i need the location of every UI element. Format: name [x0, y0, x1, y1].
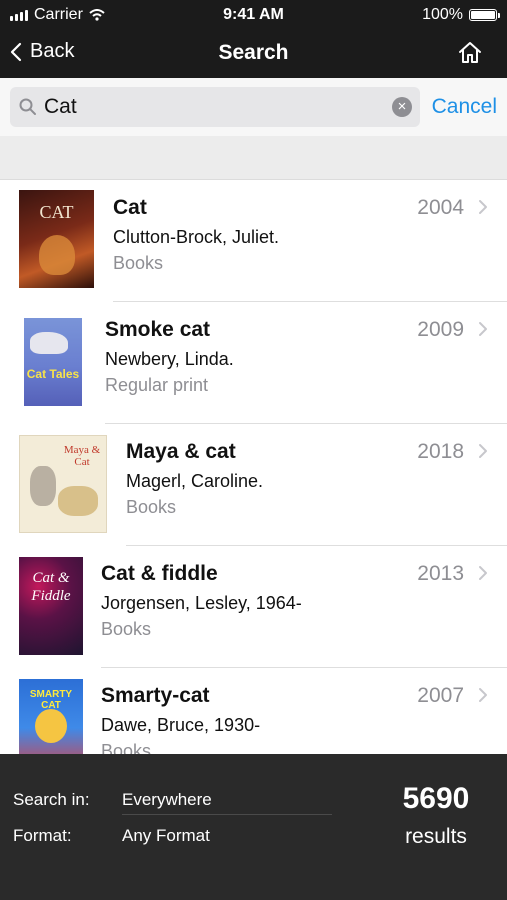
result-title: Maya & cat: [126, 440, 236, 463]
section-header: [0, 136, 507, 180]
result-author: Newbery, Linda.: [105, 349, 234, 369]
format-value[interactable]: Any Format: [122, 826, 210, 846]
battery-percent: 100%: [422, 6, 463, 23]
search-bar: Cat × Cancel: [0, 78, 507, 136]
result-row[interactable]: Cat Tales Smoke cat Newbery, Linda. Regu…: [0, 302, 507, 424]
result-row[interactable]: Cat & Fiddle Cat & fiddle Jorgensen, Les…: [0, 546, 507, 668]
cover-figure-shape: [30, 466, 56, 506]
result-year: 2013: [417, 562, 464, 585]
book-cover: Cat Tales: [24, 318, 82, 406]
results-list[interactable]: CAT Cat Clutton-Brock, Juliet. Books 200…: [0, 180, 507, 754]
book-cover: Cat & Fiddle: [19, 557, 83, 655]
status-bar: Carrier 9:41 AM 100%: [0, 0, 507, 30]
footer-divider: [122, 814, 332, 815]
chevron-right-icon: [479, 322, 487, 336]
chevron-right-icon: [479, 200, 487, 214]
format-label: Format:: [13, 826, 72, 845]
result-title: Cat & fiddle: [101, 562, 218, 585]
result-year: 2009: [417, 318, 464, 341]
result-title: Smarty-cat: [101, 684, 210, 707]
clear-search-icon[interactable]: ×: [392, 97, 412, 117]
cover-cat-shape: [30, 332, 68, 354]
chevron-right-icon: [479, 566, 487, 580]
result-year: 2018: [417, 440, 464, 463]
chevron-left-icon: [10, 42, 22, 61]
result-author: Magerl, Caroline.: [126, 471, 264, 491]
cover-cat-shape: [35, 709, 67, 743]
result-author: Clutton-Brock, Juliet.: [113, 227, 280, 247]
navigation-bar: Back Search: [0, 30, 507, 78]
search-input[interactable]: Cat ×: [10, 87, 420, 127]
search-icon: [19, 98, 36, 115]
back-button[interactable]: Back: [10, 40, 74, 63]
cover-cat-shape: [39, 235, 75, 275]
status-right: 100%: [422, 6, 500, 24]
book-cover: SMARTY CAT: [19, 679, 83, 754]
search-input-value: Cat: [44, 95, 77, 118]
result-author: Jorgensen, Lesley, 1964-: [101, 593, 302, 613]
search-summary-footer: Search in: Everywhere Format: Any Format…: [0, 754, 507, 900]
result-format: Books: [126, 497, 177, 517]
result-title: Smoke cat: [105, 318, 211, 341]
back-label: Back: [30, 40, 75, 62]
result-row[interactable]: CAT Cat Clutton-Brock, Juliet. Books 200…: [0, 180, 507, 302]
search-in-label: Search in:: [13, 790, 90, 809]
cover-title-art: Cat Tales: [26, 367, 80, 381]
result-year: 2007: [417, 684, 464, 707]
cover-title-art: CAT: [39, 202, 74, 222]
chevron-right-icon: [479, 444, 487, 458]
results-label: results: [405, 825, 467, 848]
home-icon[interactable]: [457, 40, 483, 66]
book-cover: Maya & Cat: [19, 435, 107, 533]
cover-title-art: Maya & Cat: [63, 444, 101, 468]
result-format: Books: [113, 253, 164, 273]
chevron-right-icon: [479, 688, 487, 702]
page-title: Search: [218, 41, 289, 64]
battery-icon: [469, 9, 500, 21]
search-in-value[interactable]: Everywhere: [122, 790, 212, 810]
cancel-button[interactable]: Cancel: [432, 95, 497, 119]
cover-title-art: Cat & Fiddle: [31, 570, 71, 604]
result-format: Books: [101, 619, 152, 639]
result-year: 2004: [417, 196, 464, 219]
result-author: Dawe, Bruce, 1930-: [101, 715, 261, 735]
result-row[interactable]: Maya & Cat Maya & cat Magerl, Caroline. …: [0, 424, 507, 546]
cover-title-art: SMARTY CAT: [29, 689, 73, 711]
result-row[interactable]: SMARTY CAT Smarty-cat Dawe, Bruce, 1930-…: [0, 668, 507, 754]
result-count: 5690: [402, 782, 470, 815]
book-cover: CAT: [19, 190, 94, 288]
result-format: Books: [101, 741, 152, 754]
cover-cat-shape: [58, 486, 98, 516]
result-title: Cat: [113, 196, 147, 219]
result-format: Regular print: [105, 375, 209, 395]
